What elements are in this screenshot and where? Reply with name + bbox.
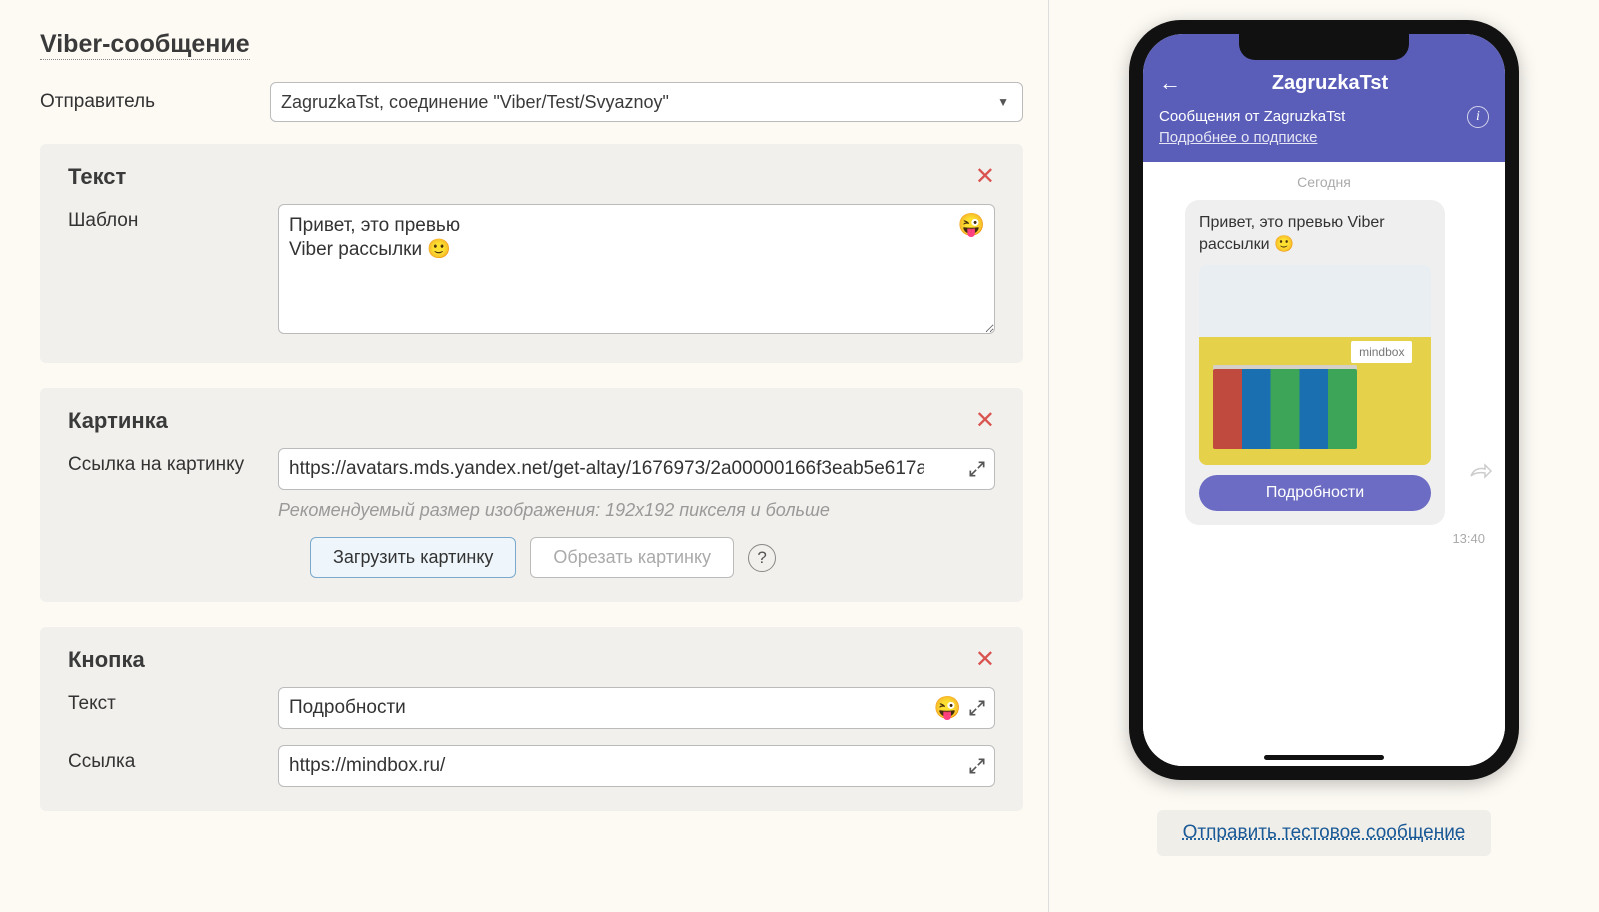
- close-icon[interactable]: ✕: [975, 409, 995, 433]
- emoji-picker-icon[interactable]: 😜: [934, 695, 961, 721]
- close-icon[interactable]: ✕: [975, 165, 995, 189]
- crop-image-button: Обрезать картинку: [530, 537, 734, 578]
- share-icon[interactable]: [1469, 462, 1493, 485]
- chat-body: Сегодня Привет, это превью Viber рассылк…: [1143, 162, 1505, 766]
- message-time: 13:40: [1452, 531, 1485, 546]
- message-image: mindbox: [1199, 265, 1431, 465]
- text-panel: Текст ✕ Шаблон 😜: [40, 144, 1023, 363]
- sender-select[interactable]: ZagruzkaTst, соединение "Viber/Test/Svya…: [270, 82, 1023, 122]
- button-link-input[interactable]: [278, 745, 995, 787]
- phone-notch: [1239, 34, 1409, 60]
- sender-row: Отправитель ZagruzkaTst, соединение "Vib…: [40, 82, 1023, 122]
- button-link-label: Ссылка: [68, 745, 258, 773]
- home-indicator: [1264, 755, 1384, 760]
- subscription-link[interactable]: Подробнее о подписке: [1159, 129, 1317, 146]
- image-url-label: Ссылка на картинку: [68, 448, 258, 476]
- button-panel-title: Кнопка: [68, 647, 145, 673]
- close-icon[interactable]: ✕: [975, 648, 995, 672]
- image-panel: Картинка ✕ Ссылка на картинку Рекомендуе…: [40, 388, 1023, 602]
- send-test-button[interactable]: Отправить тестовое сообщение: [1157, 810, 1492, 856]
- expand-icon[interactable]: [967, 459, 987, 479]
- button-text-label: Текст: [68, 687, 258, 715]
- image-logo-text: mindbox: [1351, 341, 1412, 363]
- date-separator: Сегодня: [1157, 174, 1491, 190]
- template-label: Шаблон: [68, 204, 258, 232]
- message-text: Привет, это превью Viber рассылки 🙂: [1199, 212, 1431, 255]
- expand-icon[interactable]: [967, 698, 987, 718]
- info-icon[interactable]: i: [1467, 106, 1489, 128]
- message-button[interactable]: Подробности: [1199, 475, 1431, 511]
- image-url-input[interactable]: [278, 448, 995, 490]
- image-size-hint: Рекомендуемый размер изображения: 192x19…: [278, 500, 995, 521]
- upload-image-button[interactable]: Загрузить картинку: [310, 537, 516, 578]
- chat-subtitle: Сообщения от ZagruzkaTst: [1159, 106, 1345, 127]
- template-textarea[interactable]: [278, 204, 995, 334]
- phone-screen: ← ZagruzkaTst Сообщения от ZagruzkaTst П…: [1143, 34, 1505, 766]
- button-panel: Кнопка ✕ Текст 😜 Ссылка: [40, 627, 1023, 811]
- preview-pane: ← ZagruzkaTst Сообщения от ZagruzkaTst П…: [1049, 0, 1599, 912]
- image-panel-title: Картинка: [68, 408, 168, 434]
- phone-frame: ← ZagruzkaTst Сообщения от ZagruzkaTst П…: [1129, 20, 1519, 780]
- button-text-input[interactable]: [278, 687, 995, 729]
- sender-select-wrap: ZagruzkaTst, соединение "Viber/Test/Svya…: [270, 82, 1023, 122]
- emoji-picker-icon[interactable]: 😜: [958, 212, 985, 238]
- text-panel-title: Текст: [68, 164, 126, 190]
- back-arrow-icon[interactable]: ←: [1159, 70, 1181, 96]
- page-title: Viber-сообщение: [40, 30, 250, 60]
- expand-icon[interactable]: [967, 756, 987, 776]
- editor-pane: Viber-сообщение Отправитель ZagruzkaTst,…: [0, 0, 1049, 912]
- message-bubble: Привет, это превью Viber рассылки 🙂 mind…: [1185, 200, 1445, 525]
- help-icon[interactable]: ?: [748, 544, 776, 572]
- chat-title: ZagruzkaTst: [1193, 72, 1467, 95]
- sender-label: Отправитель: [40, 91, 250, 113]
